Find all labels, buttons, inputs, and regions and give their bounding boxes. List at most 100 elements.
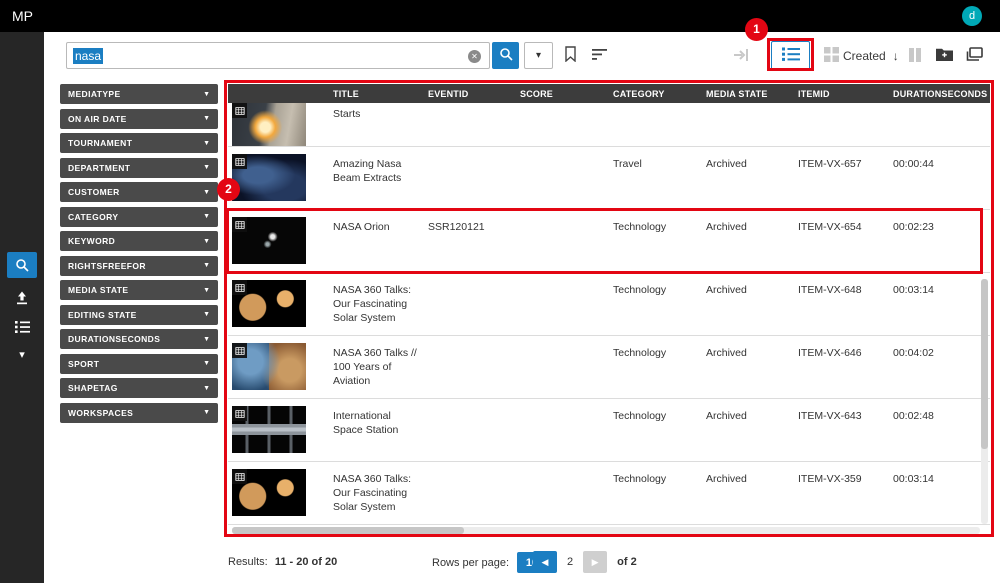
table-row[interactable]: Amazing Nasa Beam Extracts Travel Archiv…: [228, 147, 990, 210]
cell-eventid: [425, 147, 517, 209]
filter-item[interactable]: DEPARTMENT ▼: [60, 158, 218, 178]
collections-button[interactable]: [960, 43, 988, 69]
filter-item[interactable]: SPORT ▼: [60, 354, 218, 374]
vertical-scrollbar-thumb[interactable]: [981, 279, 988, 449]
cell-itemid: ITEM-VX-654: [795, 210, 890, 272]
column-header[interactable]: ITEMID: [795, 84, 890, 103]
thumbnail[interactable]: [232, 103, 306, 147]
column-header[interactable]: EVENTID: [425, 84, 517, 103]
cell-score: [517, 273, 610, 335]
column-header[interactable]: CATEGORY: [610, 84, 703, 103]
table-body: Starts Amazing Nasa Beam Extracts Travel…: [228, 103, 990, 525]
table-row[interactable]: International Space Station Technology A…: [228, 399, 990, 462]
cell-title: NASA 360 Talks: Our Fascinating Solar Sy…: [330, 462, 425, 524]
cell-media-state: Archived: [703, 399, 795, 461]
bookmark-icon: [564, 46, 577, 65]
results-table: TITLEEVENTIDSCORECATEGORYMEDIA STATEITEM…: [228, 84, 990, 536]
filter-button[interactable]: [587, 42, 611, 69]
rail-queue-item[interactable]: [0, 320, 44, 339]
chevron-down-icon: ▼: [203, 262, 210, 269]
chevron-down-icon: ▼: [203, 385, 210, 392]
rail-more-item[interactable]: ▾: [0, 348, 44, 361]
prev-arrow-icon: ◀: [542, 557, 549, 567]
search-input[interactable]: nasa ✕: [66, 42, 490, 69]
column-header[interactable]: DURATIONSECONDS: [890, 84, 990, 103]
results-value: 11 - 20 of 20: [275, 556, 337, 568]
sort-dropdown[interactable]: Created ↓: [843, 44, 899, 68]
thumbnail[interactable]: [232, 469, 306, 516]
chevron-down-icon: ▾: [19, 348, 25, 361]
filter-item[interactable]: RIGHTSFREEFOR ▼: [60, 256, 218, 276]
cell-duration: 00:00:44: [890, 147, 990, 209]
thumbnail[interactable]: [232, 154, 306, 201]
thumbnail[interactable]: [232, 217, 306, 264]
cell-media-state: Archived: [703, 462, 795, 524]
table-row[interactable]: NASA 360 Talks: Our Fascinating Solar Sy…: [228, 273, 990, 336]
search-button[interactable]: [492, 42, 519, 69]
caret-down-icon: ▾: [536, 50, 541, 61]
folder-plus-icon: [935, 47, 954, 65]
cell-eventid: [425, 103, 517, 147]
column-header[interactable]: TITLE: [330, 84, 425, 103]
split-view-button[interactable]: [905, 44, 925, 68]
column-header[interactable]: SCORE: [517, 84, 610, 103]
column-header[interactable]: [228, 84, 330, 103]
cell-duration: [890, 103, 990, 147]
avatar[interactable]: d: [962, 6, 982, 26]
table-row[interactable]: NASA 360 Talks: Our Fascinating Solar Sy…: [228, 462, 990, 525]
cell-itemid: ITEM-VX-646: [795, 336, 890, 398]
table-header: TITLEEVENTIDSCORECATEGORYMEDIA STATEITEM…: [228, 84, 990, 103]
chevron-down-icon: ▼: [203, 140, 210, 147]
chevron-down-icon: ▼: [203, 287, 210, 294]
chevron-down-icon: ▼: [203, 336, 210, 343]
filter-label: WORKSPACES: [68, 408, 133, 418]
filter-item[interactable]: CATEGORY ▼: [60, 207, 218, 227]
chevron-down-icon: ▼: [203, 409, 210, 416]
search-options-button[interactable]: ▾: [524, 42, 553, 69]
table-row[interactable]: Starts: [228, 103, 990, 147]
media-type-badge-icon: [232, 217, 247, 232]
rail-search-item[interactable]: [0, 252, 44, 278]
thumbnail[interactable]: [232, 406, 306, 453]
pager-next-button[interactable]: ▶: [583, 551, 607, 573]
list-view-button[interactable]: [771, 41, 810, 70]
filter-item[interactable]: DURATIONSECONDS ▼: [60, 329, 218, 349]
rail-upload-item[interactable]: [0, 290, 44, 311]
thumbnail[interactable]: [232, 343, 306, 390]
pager-prev-button[interactable]: ◀: [533, 551, 557, 573]
search-icon: [499, 47, 513, 64]
cell-itemid: ITEM-VX-359: [795, 462, 890, 524]
horizontal-scrollbar[interactable]: [232, 527, 980, 534]
filter-item[interactable]: TOURNAMENT ▼: [60, 133, 218, 153]
move-selection-button[interactable]: [728, 44, 754, 68]
filter-label: SPORT: [68, 359, 99, 369]
media-type-badge-icon: [232, 154, 247, 169]
cell-category: Travel: [610, 147, 703, 209]
filter-item[interactable]: CUSTOMER ▼: [60, 182, 218, 202]
filter-item[interactable]: MEDIATYPE ▼: [60, 84, 218, 104]
cell-itemid: ITEM-VX-643: [795, 399, 890, 461]
cell-duration: 00:04:02: [890, 336, 990, 398]
table-row[interactable]: NASA 360 Talks // 100 Years of Aviation …: [228, 336, 990, 399]
filter-item[interactable]: ON AIR DATE ▼: [60, 109, 218, 129]
filter-item[interactable]: SHAPETAG ▼: [60, 378, 218, 398]
grid-view-button[interactable]: [818, 44, 844, 68]
filter-item[interactable]: KEYWORD ▼: [60, 231, 218, 251]
sort-label: Created: [843, 49, 886, 63]
chevron-down-icon: ▼: [203, 238, 210, 245]
add-folder-button[interactable]: [930, 43, 958, 69]
filter-label: MEDIA STATE: [68, 285, 128, 295]
thumbnail[interactable]: [232, 280, 306, 327]
column-header[interactable]: MEDIA STATE: [703, 84, 795, 103]
vertical-scrollbar[interactable]: [981, 279, 988, 524]
cell-duration: 00:02:23: [890, 210, 990, 272]
horizontal-scrollbar-thumb[interactable]: [232, 527, 464, 534]
table-row[interactable]: NASA Orion SSR120121 Technology Archived…: [228, 210, 990, 273]
filter-item[interactable]: EDITING STATE ▼: [60, 305, 218, 325]
filter-item[interactable]: WORKSPACES ▼: [60, 403, 218, 423]
cell-duration: 00:03:14: [890, 462, 990, 524]
clear-search-icon[interactable]: ✕: [468, 50, 481, 63]
chevron-down-icon: ▼: [203, 115, 210, 122]
bookmark-button[interactable]: [558, 42, 582, 69]
filter-item[interactable]: MEDIA STATE ▼: [60, 280, 218, 300]
